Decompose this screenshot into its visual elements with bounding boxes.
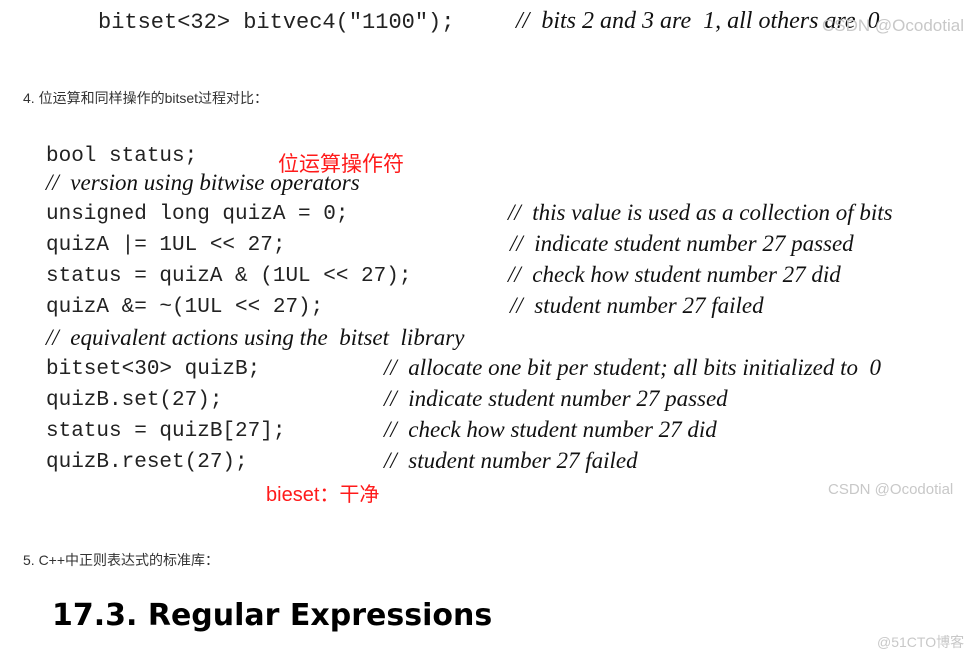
watermark-csdn-top: CSDN @Ocodotial: [822, 16, 964, 35]
comment-line-8: // allocate one bit per student; all bit…: [384, 355, 882, 380]
top-snippet-code: bitset<32> bitvec4("1100");: [98, 10, 455, 35]
code-line-9: quizB.set(27);: [46, 389, 223, 412]
watermark-csdn-mid: CSDN @Ocodotial: [828, 481, 954, 498]
comment-line-3: // this value is used as a collection of…: [508, 200, 893, 225]
comment-line-2: // version using bitwise operators: [46, 170, 360, 195]
section-4-label: 4. 位运算和同样操作的bitset过程对比：: [23, 90, 269, 106]
code-line-11: quizB.reset(27);: [46, 451, 248, 474]
code-line-10: status = quizB[27];: [46, 420, 286, 443]
section-5-label: 5. C++中正则表达式的标准库：: [23, 552, 220, 568]
comment-line-9: // indicate student number 27 passed: [384, 386, 728, 411]
code-line-5: status = quizA & (1UL << 27);: [46, 265, 412, 288]
comment-line-6: // student number 27 failed: [510, 293, 764, 318]
code-line-4: quizA |= 1UL << 27;: [46, 234, 286, 257]
comment-line-5: // check how student number 27 did: [508, 262, 841, 287]
comment-line-7: // equivalent actions using the bitset l…: [46, 325, 465, 350]
code-line-8: bitset<30> quizB;: [46, 358, 261, 381]
code-line-6: quizA &= ~(1UL << 27);: [46, 296, 324, 319]
code-line-1: bool status;: [46, 145, 198, 168]
regular-expressions-heading: 17.3. Regular Expressions: [52, 598, 493, 633]
comment-line-10: // check how student number 27 did: [384, 417, 717, 442]
annotation-bitset-clean: bieset：干净: [266, 484, 380, 506]
code-line-3: unsigned long quizA = 0;: [46, 203, 349, 226]
comment-line-11: // student number 27 failed: [384, 448, 638, 473]
watermark-51cto: @51CTO博客: [877, 634, 965, 650]
comment-line-4: // indicate student number 27 passed: [510, 231, 854, 256]
